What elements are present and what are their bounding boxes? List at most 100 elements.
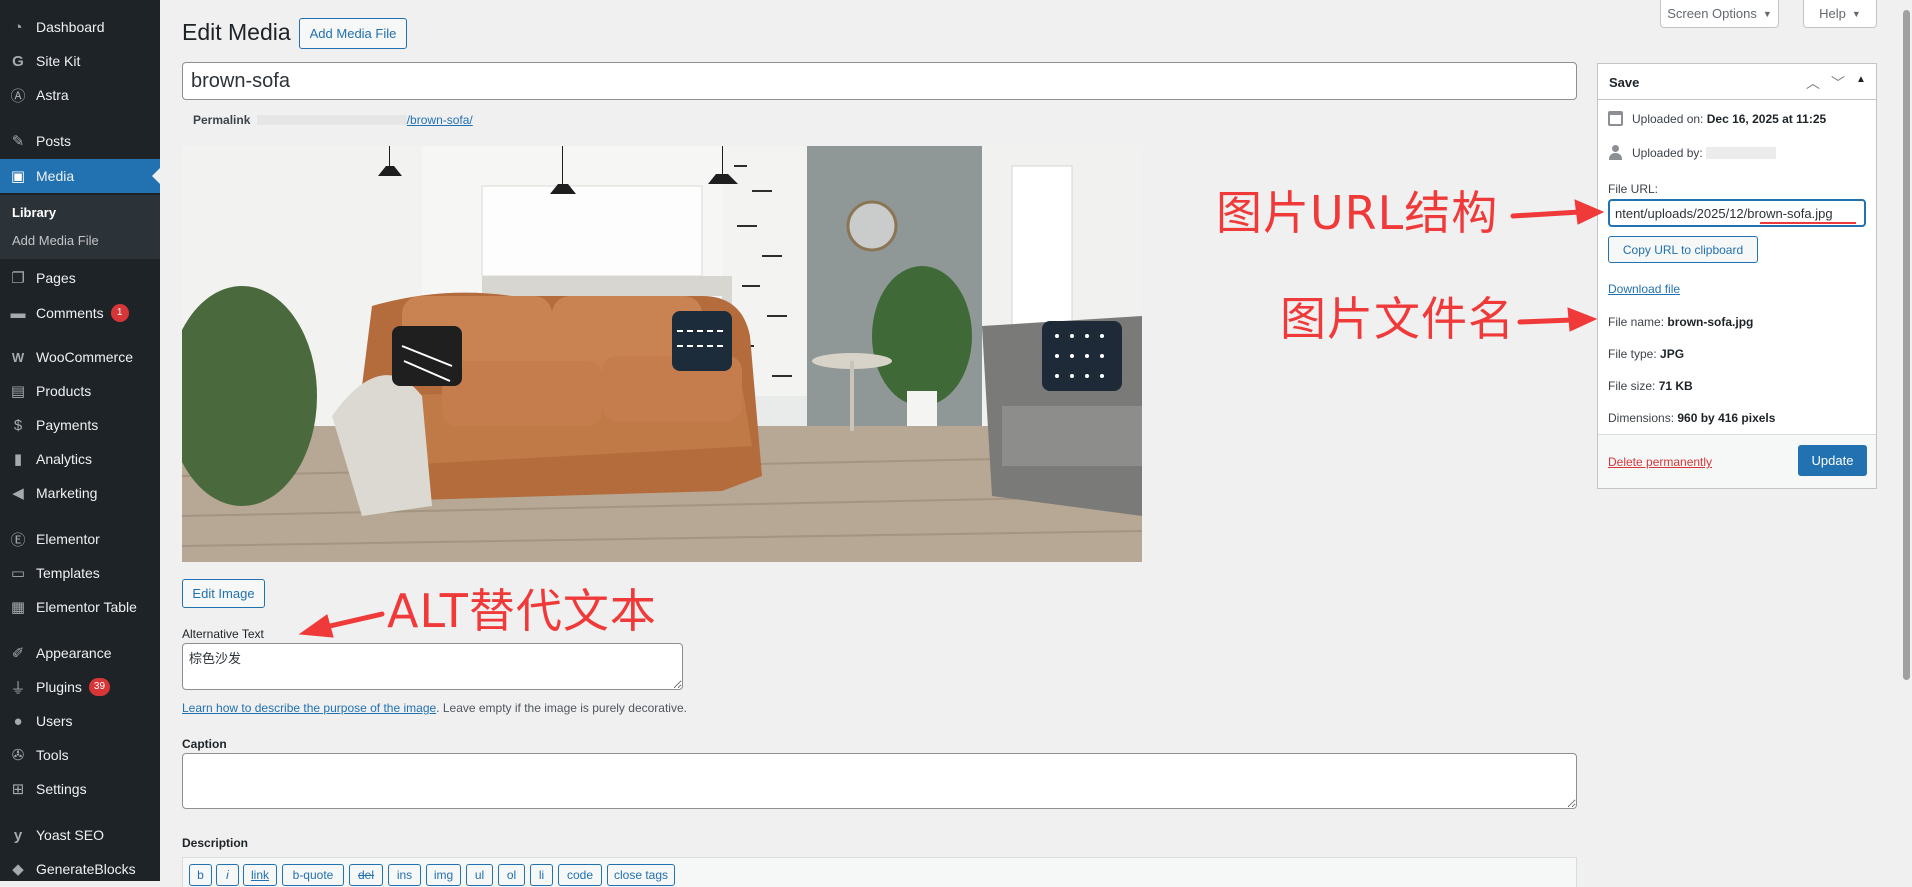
caption-input[interactable]: [182, 753, 1577, 809]
bar-chart-icon: ▮: [13, 451, 23, 468]
save-metabox-footer: Delete permanently Update: [1598, 434, 1876, 488]
caret-down-icon: ▼: [1762, 8, 1772, 19]
update-button[interactable]: Update: [1798, 445, 1867, 476]
sidebar-item-pages[interactable]: ❐ Pages: [0, 261, 160, 295]
media-submenu: Library Add Media File: [0, 195, 160, 259]
sidebar-item-appearance[interactable]: ✐ Appearance: [0, 636, 160, 670]
download-file-link[interactable]: Download file: [1608, 282, 1680, 296]
sidebar-item-label: Users: [36, 713, 73, 729]
edit-image-button[interactable]: Edit Image: [182, 579, 265, 608]
pages-icon: ❐: [11, 270, 25, 287]
quicktag-bquote-button[interactable]: b-quote: [282, 864, 344, 886]
uploaded-on-value: Dec 16, 2025 at 11:25: [1706, 111, 1827, 126]
sidebar-item-dashboard[interactable]: ◔ Dashboard: [0, 10, 160, 44]
sidebar-item-tools[interactable]: ✇ Tools: [0, 738, 160, 772]
quicktag-del-button[interactable]: del: [349, 864, 383, 886]
quicktag-b-button[interactable]: b: [189, 864, 212, 886]
user-icon: ●: [13, 712, 23, 730]
file-type-label: File type:: [1608, 347, 1657, 361]
sidebar-item-comments[interactable]: ▬ Comments 1: [0, 296, 160, 330]
screen-options-tab[interactable]: Screen Options ▼: [1660, 0, 1779, 28]
submenu-library[interactable]: Library: [12, 205, 56, 220]
caret-down-icon: ▼: [1851, 8, 1861, 19]
sidebar-item-label: WooCommerce: [36, 349, 133, 365]
sidebar-item-yoast-seo[interactable]: y Yoast SEO: [0, 818, 160, 852]
sidebar-item-label: Comments: [36, 305, 104, 321]
submenu-add-media-file[interactable]: Add Media File: [12, 233, 99, 248]
sidebar-item-analytics[interactable]: ▮ Analytics: [0, 442, 160, 476]
quicktag-li-button[interactable]: li: [530, 864, 553, 886]
media-icon: ▣: [10, 168, 26, 185]
sidebar-item-woocommerce[interactable]: W WooCommerce: [0, 340, 160, 374]
sidebar-item-posts[interactable]: ✎ Posts: [0, 124, 160, 158]
alt-text-help: Learn how to describe the purpose of the…: [182, 701, 687, 715]
alt-text-input[interactable]: 棕色沙发: [182, 643, 683, 690]
quicktag-code-button[interactable]: code: [558, 864, 602, 886]
permalink-label: Permalink: [193, 113, 251, 127]
dimensions-value: 960 by 416 pixels: [1677, 411, 1776, 425]
sidebar-item-label: Site Kit: [36, 53, 81, 69]
annotation-url-structure: 图片URL结构: [1216, 186, 1499, 240]
sidebar-item-payments[interactable]: $ Payments: [0, 408, 160, 442]
sidebar-item-label: Posts: [36, 133, 72, 149]
settings-icon: ⊞: [11, 781, 25, 798]
permalink-link[interactable]: /brown-sofa/: [407, 113, 473, 127]
sidebar-item-site-kit[interactable]: G Site Kit: [0, 44, 160, 78]
copy-url-button[interactable]: Copy URL to clipboard: [1608, 236, 1758, 263]
window-scrollbar[interactable]: [1900, 0, 1912, 881]
comment-icon: ▬: [10, 304, 26, 322]
woo-icon: W: [11, 349, 25, 365]
move-up-icon[interactable]: ︿: [1806, 73, 1820, 93]
sidebar-item-users[interactable]: ● Users: [0, 704, 160, 738]
sidebar-item-elementor-table[interactable]: ▦ Elementor Table: [0, 590, 160, 624]
quicktag-img-button[interactable]: img: [426, 864, 461, 886]
file-size-label: File size:: [1608, 379, 1656, 393]
pin-icon: ✎: [11, 133, 25, 150]
delete-permanently-link[interactable]: Delete permanently: [1608, 455, 1712, 469]
plug-icon: ⏚: [10, 679, 26, 697]
dollar-icon: $: [13, 416, 23, 434]
quicktag-i-button[interactable]: i: [216, 864, 239, 886]
megaphone-icon: ◀: [12, 485, 24, 502]
sidebar-item-label: Appearance: [36, 645, 112, 661]
sidebar-item-settings[interactable]: ⊞ Settings: [0, 772, 160, 806]
sidebar-item-elementor[interactable]: Ⓔ Elementor: [0, 522, 160, 556]
annotation-alt-text: ALT替代文本: [387, 584, 657, 638]
file-url-label: File URL:: [1608, 182, 1659, 196]
quicktag-ol-button[interactable]: ol: [498, 864, 525, 886]
sidebar-item-plugins[interactable]: ⏚ Plugins 39: [0, 670, 160, 704]
move-down-icon[interactable]: ﹀: [1831, 73, 1845, 93]
scrollbar-thumb[interactable]: [1903, 10, 1910, 680]
help-tab[interactable]: Help ▼: [1803, 0, 1877, 28]
sidebar-item-label: Products: [36, 383, 92, 399]
annotation-file-name: 图片文件名: [1280, 292, 1515, 346]
sidebar-item-marketing[interactable]: ◀ Marketing: [0, 476, 160, 510]
user-icon: [1608, 145, 1623, 160]
title-input[interactable]: [182, 62, 1577, 100]
uploaded-on-label: Uploaded on:: [1632, 111, 1704, 126]
quicktag-close-tags-button[interactable]: close tags: [607, 864, 675, 886]
collapse-toggle-icon[interactable]: ▲: [1856, 74, 1866, 85]
permalink-row: Permalink /brown-sofa/: [193, 113, 473, 127]
alt-text-label: Alternative Text: [182, 627, 264, 641]
blocks-icon: ◆: [12, 861, 24, 878]
file-name-value: brown-sofa.jpg: [1667, 315, 1754, 329]
sidebar-item-label: GenerateBlocks: [36, 861, 136, 877]
add-media-file-button[interactable]: Add Media File: [299, 18, 407, 49]
file-name-row: File name: brown-sofa.jpg: [1608, 315, 1753, 329]
quicktag-ul-button[interactable]: ul: [466, 864, 493, 886]
alt-text-help-link[interactable]: Learn how to describe the purpose of the…: [182, 701, 436, 715]
caption-label: Caption: [182, 737, 227, 751]
uploaded-by-label: Uploaded by:: [1632, 145, 1703, 160]
description-label: Description: [182, 836, 249, 850]
sidebar-item-label: Elementor: [36, 531, 100, 547]
sidebar-item-astra[interactable]: Ⓐ Astra: [0, 78, 160, 112]
sidebar-item-templates[interactable]: ▭ Templates: [0, 556, 160, 590]
sidebar-item-products[interactable]: ▤ Products: [0, 374, 160, 408]
quicktag-link-button[interactable]: link: [243, 864, 277, 886]
save-metabox-header: Save ︿ ﹀ ▲: [1598, 64, 1876, 100]
quicktag-ins-button[interactable]: ins: [388, 864, 421, 886]
comments-count-badge: 1: [110, 304, 129, 322]
sidebar-item-media[interactable]: ▣ Media: [0, 159, 160, 193]
media-image: [182, 146, 1142, 562]
